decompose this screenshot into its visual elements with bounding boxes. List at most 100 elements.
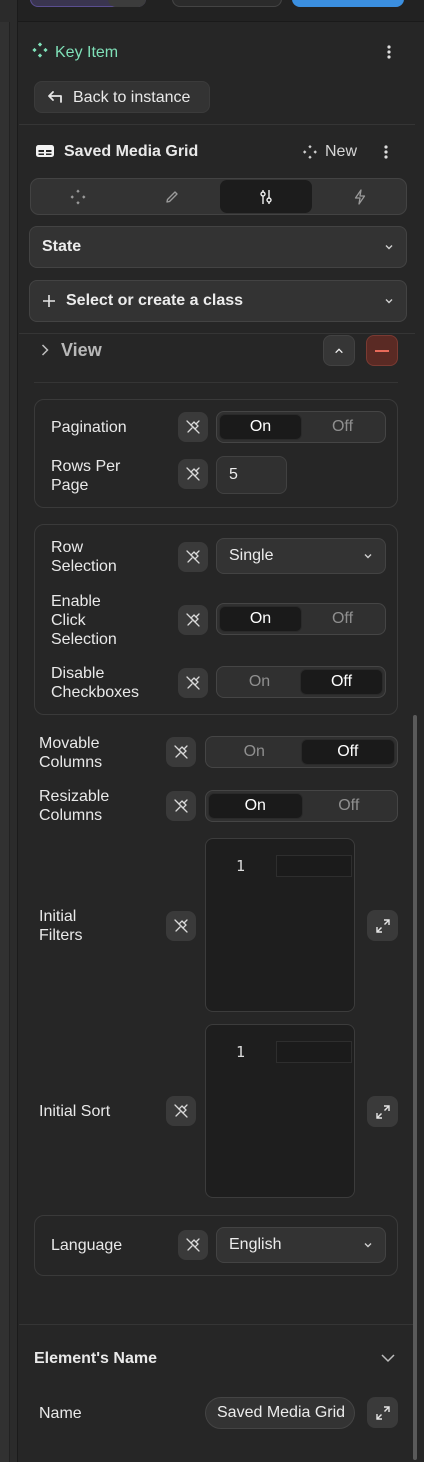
movable-on-option[interactable]: On bbox=[208, 739, 301, 765]
resizable-on-option[interactable]: On bbox=[208, 793, 303, 819]
divider bbox=[19, 1324, 415, 1325]
bind-button[interactable] bbox=[178, 412, 208, 442]
top-toolbar-publish-button[interactable] bbox=[292, 0, 404, 7]
initial-filters-code-editor[interactable]: 1 bbox=[205, 838, 355, 1012]
resizable-columns-label: Resizable Columns bbox=[39, 788, 110, 824]
pagination-toggle[interactable]: On Off bbox=[216, 411, 386, 443]
bind-button[interactable] bbox=[166, 1096, 196, 1126]
key-item-menu-button[interactable] bbox=[380, 42, 398, 62]
bind-button[interactable] bbox=[178, 668, 208, 698]
expand-editor-button[interactable] bbox=[367, 1096, 398, 1127]
checkboxes-on-option[interactable]: On bbox=[219, 669, 300, 695]
language-value: English bbox=[229, 1236, 282, 1253]
expand-icon bbox=[375, 1104, 390, 1119]
tab-settings[interactable] bbox=[220, 180, 312, 213]
move-small-icon bbox=[303, 144, 317, 159]
movable-columns-toggle[interactable]: On Off bbox=[205, 736, 398, 768]
back-to-instance-button[interactable]: Back to instance bbox=[34, 81, 210, 113]
initial-sort-label: Initial Sort bbox=[39, 1103, 111, 1120]
expand-icon bbox=[375, 1405, 390, 1420]
state-label: State bbox=[42, 238, 82, 255]
divider bbox=[19, 333, 415, 334]
plug-icon bbox=[186, 676, 200, 690]
line-number: 1 bbox=[236, 857, 246, 875]
left-canvas-strip bbox=[0, 0, 18, 1462]
plus-icon bbox=[43, 295, 55, 307]
click-selection-off-option[interactable]: Off bbox=[302, 606, 383, 632]
checkboxes-off-option[interactable]: Off bbox=[300, 669, 383, 695]
click-selection-toggle[interactable]: On Off bbox=[216, 603, 386, 635]
plug-icon bbox=[186, 467, 200, 481]
rows-per-page-input[interactable]: 5 bbox=[216, 456, 287, 494]
chevron-down-icon[interactable] bbox=[380, 1350, 396, 1366]
bind-button[interactable] bbox=[166, 911, 196, 941]
plug-icon bbox=[186, 550, 200, 564]
click-selection-label: Enable Click Selection bbox=[51, 593, 117, 648]
name-label: Name bbox=[39, 1405, 82, 1422]
collapse-button[interactable] bbox=[323, 335, 355, 366]
row-selection-select[interactable]: Single bbox=[216, 538, 386, 574]
plug-icon bbox=[186, 420, 200, 434]
element-name-input[interactable]: Saved Media Grid bbox=[205, 1397, 355, 1429]
state-select[interactable]: State bbox=[29, 226, 407, 268]
bind-button[interactable] bbox=[178, 605, 208, 635]
chevron-down-icon bbox=[364, 554, 372, 559]
panel-scrollbar[interactable] bbox=[413, 715, 417, 1460]
code-line-highlight bbox=[276, 1041, 352, 1063]
bind-button[interactable] bbox=[178, 459, 208, 489]
element-menu-button[interactable] bbox=[377, 142, 395, 162]
initial-filters-label: Initial Filters bbox=[39, 908, 83, 944]
resizable-off-option[interactable]: Off bbox=[303, 793, 396, 819]
chevron-down-icon bbox=[385, 245, 393, 250]
plug-icon bbox=[174, 745, 188, 759]
code-line-highlight bbox=[276, 855, 352, 877]
move-icon bbox=[70, 189, 86, 204]
language-select[interactable]: English bbox=[216, 1227, 386, 1263]
expand-icon bbox=[375, 918, 390, 933]
tab-style[interactable] bbox=[125, 179, 219, 214]
class-select[interactable]: Select or create a class bbox=[29, 280, 407, 322]
tab-layout[interactable] bbox=[31, 179, 125, 214]
disable-checkboxes-label: Disable Checkboxes bbox=[51, 665, 140, 701]
pagination-on-option[interactable]: On bbox=[219, 414, 302, 440]
disable-checkboxes-toggle[interactable]: On Off bbox=[216, 666, 386, 698]
element-name-section-title: Element's Name bbox=[34, 1350, 157, 1367]
language-label: Language bbox=[51, 1237, 123, 1254]
component-icon bbox=[32, 42, 48, 60]
expand-name-button[interactable] bbox=[367, 1397, 398, 1428]
bind-button[interactable] bbox=[166, 791, 196, 821]
grid-table-icon bbox=[35, 143, 55, 159]
pagination-label: Pagination bbox=[51, 419, 127, 436]
pagination-off-option[interactable]: Off bbox=[302, 414, 383, 440]
pencil-icon bbox=[166, 190, 178, 203]
rows-per-page-label: Rows Per Page bbox=[51, 458, 121, 494]
sliders-icon bbox=[260, 189, 272, 204]
bind-button[interactable] bbox=[178, 1230, 208, 1260]
new-variant-button[interactable]: New bbox=[303, 142, 357, 161]
movable-off-option[interactable]: Off bbox=[300, 739, 395, 765]
remove-button[interactable] bbox=[366, 335, 398, 366]
kebab-icon bbox=[387, 45, 391, 59]
key-item-label: Key Item bbox=[55, 44, 119, 61]
click-selection-on-option[interactable]: On bbox=[219, 606, 302, 632]
bind-button[interactable] bbox=[178, 542, 208, 572]
plug-icon bbox=[186, 613, 200, 627]
top-toolbar-mode-toggle[interactable] bbox=[108, 0, 146, 7]
chevron-up-icon bbox=[335, 347, 343, 353]
view-section-title: View bbox=[61, 340, 102, 360]
class-select-label: Select or create a class bbox=[66, 292, 244, 309]
element-title: Saved Media Grid bbox=[64, 143, 199, 160]
bind-button[interactable] bbox=[166, 737, 196, 767]
plug-icon bbox=[186, 1238, 200, 1252]
chevron-right-icon[interactable] bbox=[38, 343, 52, 357]
initial-sort-code-editor[interactable]: 1 bbox=[205, 1024, 355, 1198]
row-selection-label: Row Selection bbox=[51, 539, 117, 575]
tab-interactions[interactable] bbox=[313, 179, 407, 214]
panel-tabs bbox=[30, 178, 407, 215]
top-toolbar-middle-button[interactable] bbox=[172, 0, 282, 7]
resizable-columns-toggle[interactable]: On Off bbox=[205, 790, 398, 822]
plug-icon bbox=[174, 1104, 188, 1118]
plug-icon bbox=[174, 799, 188, 813]
back-to-instance-label: Back to instance bbox=[73, 88, 191, 106]
expand-editor-button[interactable] bbox=[367, 910, 398, 941]
